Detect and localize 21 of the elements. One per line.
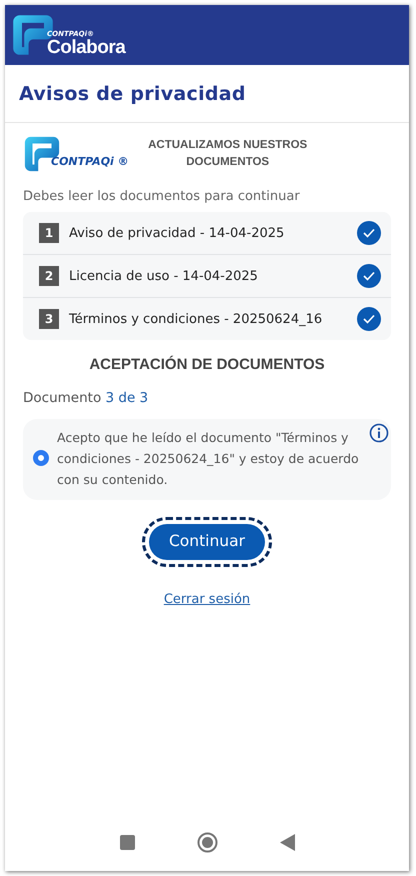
document-title[interactable]: Términos y condiciones - 20250624_16 bbox=[69, 310, 347, 330]
document-title[interactable]: Aviso de privacidad - 14-04-2025 bbox=[69, 224, 347, 244]
home-icon[interactable] bbox=[196, 832, 218, 852]
acceptance-statement: Acepto que he leído el documento "Términos y condiciones - 20250624_16" y estoy de acuerdo con su contenido. bbox=[57, 428, 360, 490]
page-title: Avisos de privacidad bbox=[5, 65, 409, 123]
number-badge: 3 bbox=[39, 309, 59, 330]
continue-button[interactable]: Continuar bbox=[148, 524, 266, 560]
document-counter: Documento 3 de 3 bbox=[22, 389, 150, 408]
banner-heading: ACTUALIZAMOS NUESTROS DOCUMENTOS bbox=[147, 138, 308, 170]
number-badge: 2 bbox=[39, 266, 59, 286]
app-name: Colabora bbox=[47, 38, 126, 57]
logo-text: CONTPAQi ® bbox=[51, 154, 129, 170]
document-title[interactable]: Licencia de uso - 14-04-2025 bbox=[69, 266, 347, 286]
recents-icon[interactable] bbox=[120, 834, 134, 850]
back-icon[interactable] bbox=[280, 834, 294, 850]
instructions-text: Debes leer los documentos para continuar bbox=[22, 188, 301, 206]
radio-button[interactable] bbox=[33, 450, 49, 466]
info-icon[interactable] bbox=[369, 422, 389, 443]
section-heading: ACEPTACIÓN DE DOCUMENTOS bbox=[88, 356, 326, 374]
logout-link[interactable]: Cerrar sesión bbox=[164, 590, 250, 610]
number-badge: 1 bbox=[39, 223, 59, 244]
